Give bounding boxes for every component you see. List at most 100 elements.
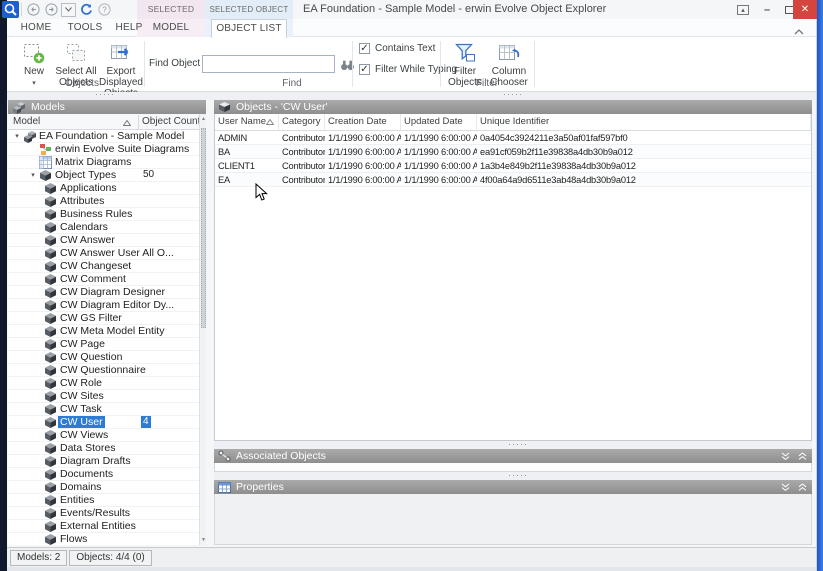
expander-icon[interactable]: ▾ xyxy=(27,171,39,179)
tree-item-cw-question[interactable]: CW Question xyxy=(8,351,199,364)
table-row-admin[interactable]: ADMINContributor1/1/1990 6:00:00 AM1/1/1… xyxy=(215,131,811,145)
tree-item-cw-meta-model-entity[interactable]: CW Meta Model Entity xyxy=(8,325,199,338)
column-header-category[interactable]: Category xyxy=(279,114,325,130)
column-header-creation-date[interactable]: Creation Date xyxy=(325,114,401,130)
tree-item-cw-answer-user-all-o[interactable]: CW Answer User All O... xyxy=(8,247,199,260)
tree-item-cw-task[interactable]: CW Task xyxy=(8,403,199,416)
cell-unique-identifier: 0a4054c3924211e3a50af01faf597bf0 xyxy=(477,133,811,143)
tree-item-diagram-drafts[interactable]: Diagram Drafts xyxy=(8,455,199,468)
scroll-down-icon[interactable]: ▼ xyxy=(200,537,207,543)
cell-updated-date: 1/1/1990 6:00:00 AM xyxy=(401,133,477,143)
cube-icon xyxy=(44,247,58,260)
properties-header[interactable]: Properties xyxy=(214,480,812,494)
help-icon[interactable]: ? xyxy=(96,2,112,17)
cube-icon xyxy=(44,403,58,416)
tree-item-attributes[interactable]: Attributes xyxy=(8,195,199,208)
app-window: ? SELECTED MODEL SELECTED OBJECT TYPE EA… xyxy=(7,0,817,571)
tree-item-applications[interactable]: Applications xyxy=(8,182,199,195)
find-object-input[interactable] xyxy=(202,55,335,73)
scroll-up-icon[interactable]: ▲ xyxy=(200,116,207,122)
tree-item-ea-foundation-sample-model[interactable]: ▾EA Foundation - Sample Model xyxy=(8,130,199,143)
tab-help[interactable]: HELP xyxy=(109,19,149,37)
cube-icon xyxy=(44,442,58,455)
tree-item-cw-changeset[interactable]: CW Changeset xyxy=(8,260,199,273)
models-panel-header[interactable]: Models xyxy=(8,100,206,114)
tab-object-list[interactable]: OBJECT LIST xyxy=(211,19,287,38)
tree-item-label: CW Meta Model Entity xyxy=(58,325,166,337)
splitter[interactable] xyxy=(7,92,816,100)
cell-creation-date: 1/1/1990 6:00:00 AM xyxy=(325,175,401,185)
column-header-user-name[interactable]: User Name xyxy=(215,114,279,130)
forward-icon[interactable] xyxy=(43,2,59,17)
expander-icon[interactable]: ▾ xyxy=(11,132,23,140)
objects-panel-header[interactable]: Objects - 'CW User' xyxy=(214,100,812,114)
filter-while-typing-checkbox[interactable]: Filter While Typing xyxy=(359,64,457,75)
scrollbar-thumb[interactable] xyxy=(201,128,206,328)
column-header-updated-date[interactable]: Updated Date xyxy=(401,114,477,130)
model-column-header[interactable]: Model xyxy=(13,115,40,129)
cell-category: Contributor xyxy=(279,175,325,185)
tree-item-calendars[interactable]: Calendars xyxy=(8,221,199,234)
cube-icon xyxy=(44,533,58,546)
screen: ? SELECTED MODEL SELECTED OBJECT TYPE EA… xyxy=(0,0,823,571)
tree-item-external-entities[interactable]: External Entities xyxy=(8,520,199,533)
object-count-column-header[interactable]: Object Count xyxy=(142,115,200,129)
tree-item-domains[interactable]: Domains xyxy=(8,481,199,494)
contains-text-checkbox[interactable]: Contains Text xyxy=(359,43,435,54)
tree-item-data-stores[interactable]: Data Stores xyxy=(8,442,199,455)
tree-item-cw-gs-filter[interactable]: CW GS Filter xyxy=(8,312,199,325)
splitter[interactable] xyxy=(214,472,812,480)
tab-home[interactable]: HOME xyxy=(13,19,59,37)
tree-item-business-rules[interactable]: Business Rules xyxy=(8,208,199,221)
tree-item-entities[interactable]: Entities xyxy=(8,494,199,507)
tree-item-cw-role[interactable]: CW Role xyxy=(8,377,199,390)
qat-dropdown-icon[interactable] xyxy=(61,3,76,17)
tab-model[interactable]: MODEL xyxy=(145,19,197,37)
status-objects: Objects: 4/4 (0) xyxy=(69,550,151,566)
cube-icon xyxy=(44,312,58,325)
tree-item-matrix-diagrams[interactable]: Matrix Diagrams xyxy=(8,156,199,169)
tab-tools[interactable]: TOOLS xyxy=(61,19,109,37)
close-button[interactable]: ✕ xyxy=(793,0,817,19)
tree-item-cw-answer[interactable]: CW Answer xyxy=(8,234,199,247)
ribbon-tab-row: HOMETOOLSHELPMODEL OBJECT LIST xyxy=(7,19,816,37)
tree-item-documents[interactable]: Documents xyxy=(8,468,199,481)
app-icon[interactable] xyxy=(2,1,19,23)
tree-item-cw-user[interactable]: CW User4 xyxy=(8,416,199,429)
cube-icon xyxy=(44,507,58,520)
window-options-button[interactable]: ▴ xyxy=(734,2,752,17)
splitter-grip xyxy=(508,470,528,480)
tree-item-cw-comment[interactable]: CW Comment xyxy=(8,273,199,286)
divider xyxy=(534,41,535,87)
associated-objects-header[interactable]: Associated Objects xyxy=(214,449,812,463)
cube-icon xyxy=(44,221,58,234)
refresh-icon[interactable] xyxy=(78,2,94,17)
tree-item-cw-diagram-editor-dy[interactable]: CW Diagram Editor Dy... xyxy=(8,299,199,312)
cube-icon xyxy=(44,195,58,208)
tree-item-flows[interactable]: Flows xyxy=(8,533,199,545)
tree-item-cw-page[interactable]: CW Page xyxy=(8,338,199,351)
associated-objects-icon xyxy=(218,450,231,462)
column-header-unique-identifier[interactable]: Unique Identifier xyxy=(477,114,811,130)
tree-scrollbar[interactable]: ▲ ▼ xyxy=(199,114,206,545)
minimize-button[interactable]: – xyxy=(757,2,777,17)
tree-item-cw-diagram-designer[interactable]: CW Diagram Designer xyxy=(8,286,199,299)
tree-item-label: CW Sites xyxy=(58,390,106,402)
table-row-ea[interactable]: EAContributor1/1/1990 6:00:00 AM1/1/1990… xyxy=(215,173,811,187)
tree-item-cw-questionnaire[interactable]: CW Questionnaire xyxy=(8,364,199,377)
tree-item-events-results[interactable]: Events/Results xyxy=(8,507,199,520)
objects-table-body: ADMINContributor1/1/1990 6:00:00 AM1/1/1… xyxy=(215,131,811,187)
back-icon[interactable] xyxy=(25,2,41,17)
tree-item-object-types[interactable]: ▾Object Types50 xyxy=(8,169,199,182)
tree-item-cw-views[interactable]: CW Views xyxy=(8,429,199,442)
tree-item-label: Domains xyxy=(58,481,103,493)
tree-item-label: CW Task xyxy=(58,403,104,415)
table-row-ba[interactable]: BAContributor1/1/1990 6:00:00 AM1/1/1990… xyxy=(215,145,811,159)
models-panel-title: Models xyxy=(31,101,65,113)
status-bar: Models: 2 Objects: 4/4 (0) xyxy=(7,547,816,567)
tree-item-cw-sites[interactable]: CW Sites xyxy=(8,390,199,403)
splitter[interactable] xyxy=(214,441,812,449)
table-row-client1[interactable]: CLIENT1Contributor1/1/1990 6:00:00 AM1/1… xyxy=(215,159,811,173)
tree-item-erwin-evolve-suite-diagrams[interactable]: erwin Evolve Suite Diagrams xyxy=(8,143,199,156)
cube-icon xyxy=(44,390,58,403)
